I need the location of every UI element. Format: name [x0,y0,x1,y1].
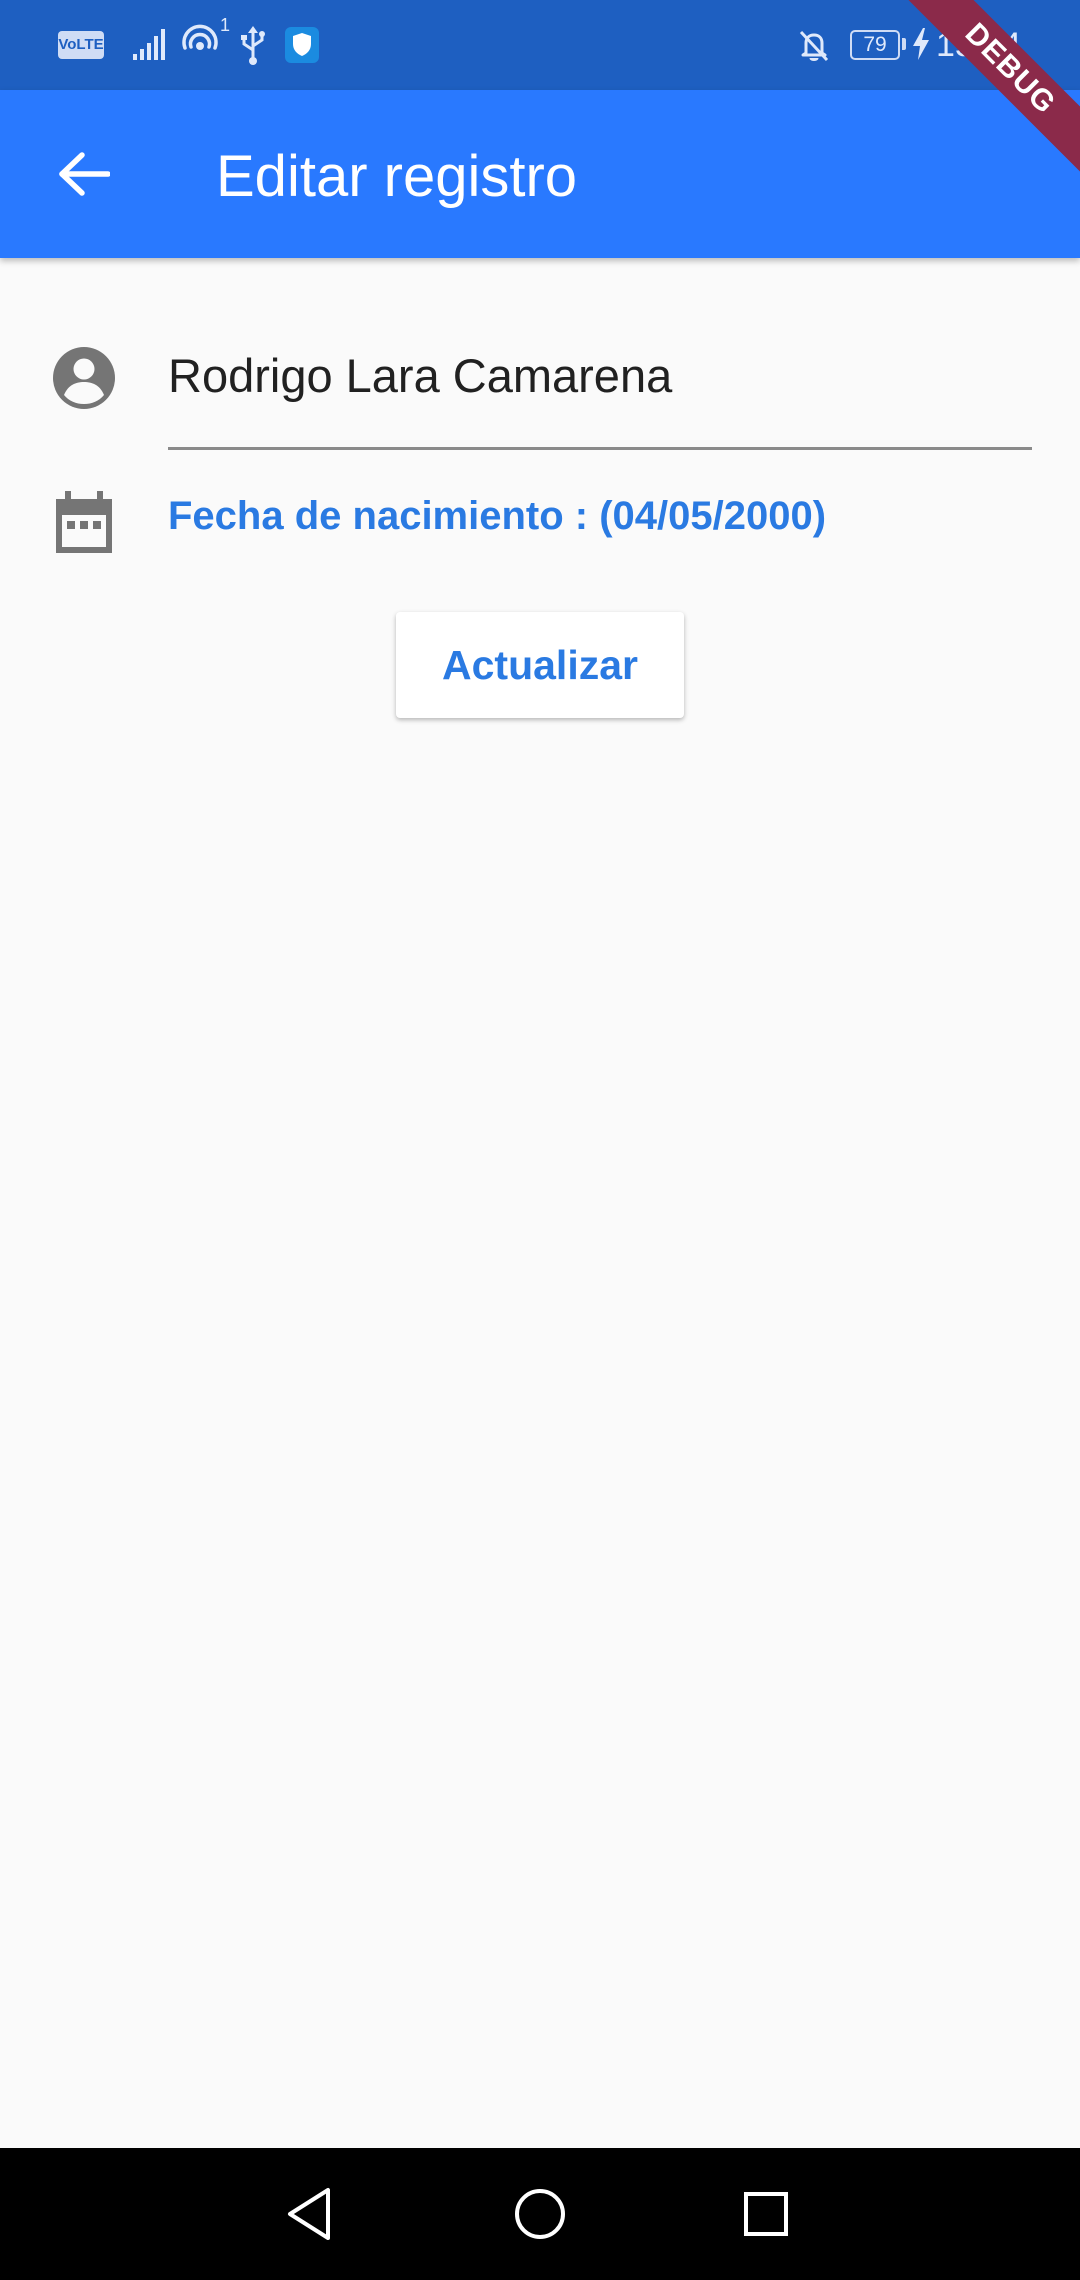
battery-icon: 79 [850,30,900,60]
usb-icon [240,26,266,71]
account-circle-icon [52,346,116,415]
app-bar: Editar registro [0,90,1080,258]
volte-icon: VoLTE [58,31,104,59]
nav-back-icon[interactable] [282,2184,342,2249]
system-nav-bar [0,2148,1080,2280]
hotspot-count: 1 [220,15,231,35]
update-button[interactable]: Actualizar [396,612,684,718]
nav-home-icon[interactable] [510,2184,570,2249]
name-field-underline [168,447,1032,450]
signal-icon [133,28,167,65]
shield-icon [285,27,319,68]
name-field[interactable]: Rodrigo Lara Camarena [168,330,1032,450]
hotspot-icon [180,22,220,67]
birthdate-picker[interactable]: Fecha de nacimiento : (04/05/2000) [168,494,826,539]
battery-tip [902,38,906,50]
name-input[interactable]: Rodrigo Lara Camarena [168,348,672,403]
charging-icon [912,28,930,65]
bell-off-icon [796,27,832,68]
nav-recents-icon[interactable] [736,2184,796,2249]
status-bar: VoLTE 1 79 [0,0,1080,90]
page-title: Editar registro [216,144,578,209]
arrow-back-icon [58,151,111,201]
back-button[interactable] [36,140,132,212]
calendar-icon[interactable] [54,491,114,560]
